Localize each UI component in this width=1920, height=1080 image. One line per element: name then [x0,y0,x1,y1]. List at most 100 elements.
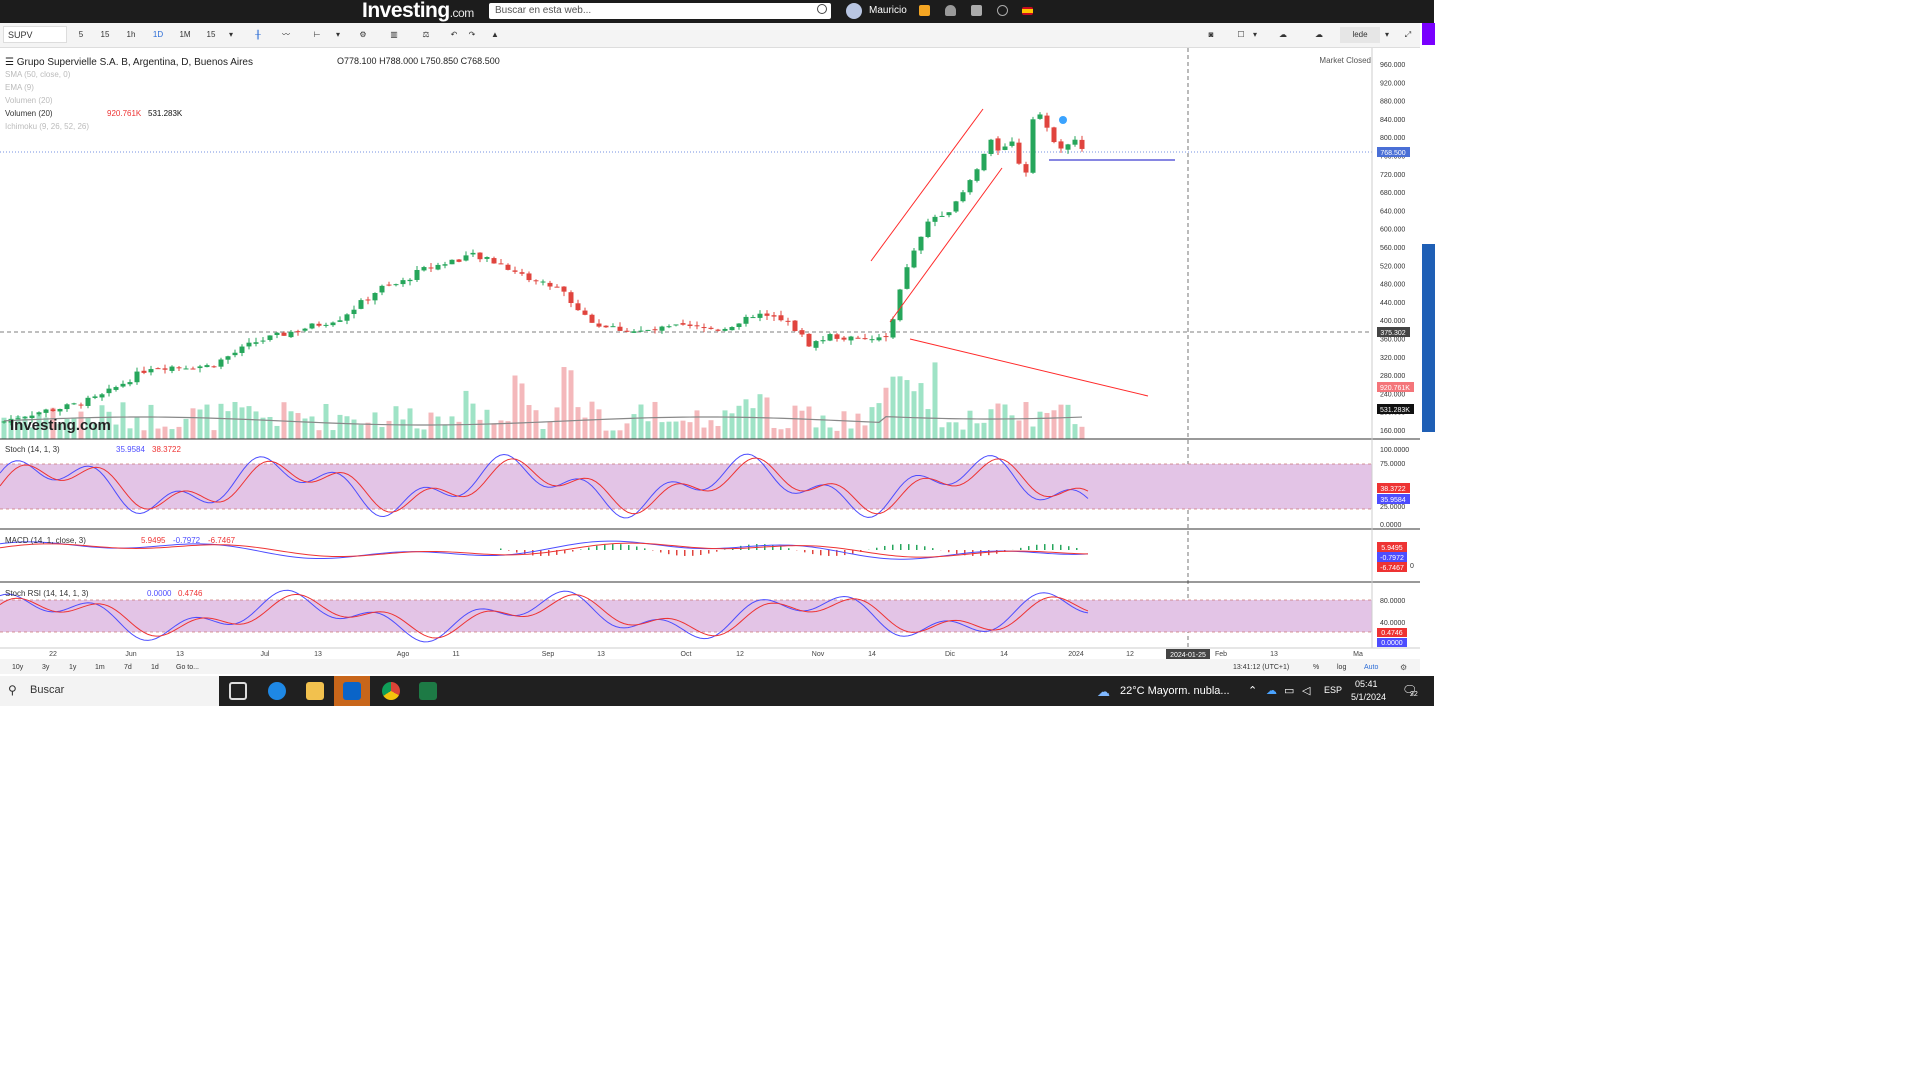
portfolio-icon[interactable] [971,5,982,16]
purple-tab[interactable] [1422,23,1435,45]
event-marker-icon[interactable] [1059,116,1067,124]
layout-icon[interactable]: ☐ [1234,27,1248,43]
chevron-down-icon[interactable]: ▾ [226,27,236,43]
cloud-save-icon[interactable]: ☁ [1271,27,1295,43]
footer-time[interactable]: 13:41:12 (UTC+1) [1233,664,1289,671]
avatar[interactable] [846,3,862,19]
hline-price-badge: 375.302 [1377,327,1410,337]
indicators-icon[interactable]: ⊢ [309,27,325,43]
symbol-input[interactable]: SUPV [3,26,67,43]
candle-body [540,281,546,283]
indicator-legend[interactable]: Volumen (20) [5,96,53,105]
interval-5[interactable]: 5 [73,27,89,43]
user-name[interactable]: Mauricio [869,5,907,16]
clock-time[interactable]: 05:41 [1355,679,1378,689]
site-search-input[interactable]: Buscar en esta web... [489,3,831,19]
macd-legend[interactable]: MACD (14, 1, close, 3) [5,536,86,545]
pro-icon[interactable] [919,5,930,16]
candle-body [967,180,973,193]
interval-15[interactable]: 15 [97,27,113,43]
price-axis[interactable]: 960.000920.000880.000840.000800.000760.0… [1380,62,1405,435]
indicator-legend[interactable]: Ichimoku (9, 26, 52, 26) [5,122,89,131]
interval-1d[interactable]: 1D [150,27,166,43]
percent-toggle[interactable]: % [1313,664,1319,671]
candle-body [316,323,322,326]
exchange-select[interactable]: lede [1340,27,1380,43]
candle-body [372,293,378,301]
interval-more[interactable]: 15 [203,27,219,43]
investing-logo[interactable]: Investing.com [362,0,474,23]
macd-hist-bar [812,550,814,555]
gear-icon[interactable]: ⚙ [355,27,371,43]
network-icon[interactable]: ▭ [1284,684,1294,697]
indicator-legend[interactable]: Volumen (20) [5,109,53,118]
time-axis[interactable]: 22 Jun 13 Jul 13 Ago 11 Sep 13 Oct 12 Nov 14 Dic 14 202… [49,651,1363,658]
candle-body [449,259,455,265]
chrome-icon[interactable] [382,682,400,700]
onedrive-icon[interactable]: ☁ [1266,684,1277,697]
bell-icon[interactable] [945,5,956,16]
fullscreen-icon[interactable]: ⤢ [1400,27,1416,43]
stochrsi-legend[interactable]: Stoch RSI (14, 14, 1, 3) [5,589,89,598]
auto-toggle[interactable]: Auto [1364,664,1379,671]
range-1y[interactable]: 1y [69,664,77,671]
excel-icon[interactable] [419,682,437,700]
edge-icon[interactable] [268,682,286,700]
scale-icon[interactable]: ⚖ [418,27,434,43]
volume-bar [470,403,476,439]
candle-body [64,404,70,410]
clock-icon[interactable] [997,5,1008,16]
cloud-load-icon[interactable]: ☁ [1307,27,1331,43]
range-7d[interactable]: 7d [124,664,132,671]
weather-text[interactable]: 22°C Mayorm. nubla... [1120,685,1230,697]
candles-icon[interactable]: ╫ [250,27,266,43]
undo-icon[interactable]: ↶ [446,27,462,43]
volume-bar [988,409,994,439]
candle-body [722,328,728,331]
chevron-up-icon[interactable]: ⌃ [1248,684,1257,697]
candle-body [995,138,1001,151]
alert-icon[interactable]: ▲ [487,27,503,43]
gear-icon[interactable]: ⚙ [1400,663,1407,672]
weather-icon[interactable]: ☁ [1097,684,1110,700]
indicator-legend[interactable]: EMA (9) [5,83,34,92]
chevron-down-icon[interactable]: ▾ [1250,27,1260,43]
indicator-legend[interactable]: SMA (50, close, 0) [5,70,71,79]
camera-icon[interactable]: ◙ [1202,27,1220,43]
taskbar-search[interactable]: ⚲ Buscar [0,676,219,706]
chart-area[interactable]: 960.000920.000880.000840.000800.000760.0… [0,48,1420,674]
main-pane[interactable] [0,48,1372,439]
candle-body [876,337,882,341]
outlook-icon[interactable] [334,676,370,706]
candle-body [960,192,966,202]
chart-svg[interactable]: 960.000920.000880.000840.000800.000760.0… [0,48,1420,674]
redo-icon[interactable]: ↷ [464,27,480,43]
line-chart-icon[interactable]: 〰 [278,27,294,43]
task-view-icon[interactable] [229,682,247,700]
speaker-icon[interactable]: ◁ [1302,684,1310,697]
side-feedback-tab[interactable] [1422,244,1435,432]
chevron-down-icon[interactable]: ▾ [1382,27,1392,43]
chevron-down-icon[interactable]: ▾ [333,27,343,43]
range-1d[interactable]: 1d [151,664,159,671]
candle-body [624,330,630,332]
file-explorer-icon[interactable] [306,682,324,700]
range-10y[interactable]: 10y [12,664,24,671]
price-tick: 400.000 [1380,318,1405,325]
stoch-legend[interactable]: Stoch (14, 1, 3) [5,445,60,454]
interval-1h[interactable]: 1h [123,27,139,43]
goto-date-button[interactable]: Go to... [176,664,199,671]
language-indicator[interactable]: ESP [1324,685,1342,695]
range-3y[interactable]: 3y [42,664,50,671]
clock-date[interactable]: 5/1/2024 [1351,692,1386,702]
log-toggle[interactable]: log [1337,664,1346,671]
interval-1m[interactable]: 1M [177,27,193,43]
price-tick: 360.000 [1380,337,1405,344]
volume-bar [1037,411,1043,439]
price-tick: 800.000 [1380,135,1405,142]
volume-bar [393,406,399,439]
compare-icon[interactable]: ▥ [386,27,402,43]
svg-text:0.4746: 0.4746 [1381,630,1403,637]
spain-flag-icon[interactable] [1022,7,1033,15]
range-1m[interactable]: 1m [95,664,105,671]
